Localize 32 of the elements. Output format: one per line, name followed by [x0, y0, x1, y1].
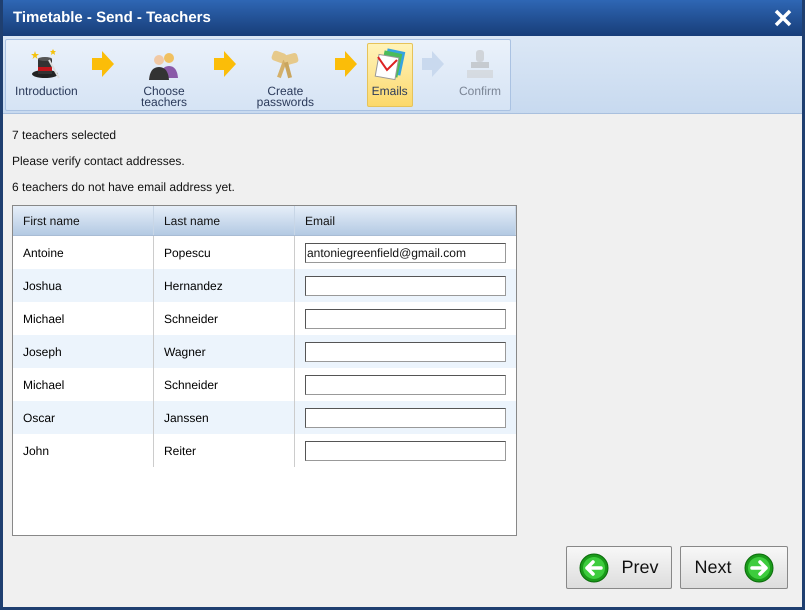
- close-button[interactable]: [774, 9, 792, 27]
- info-text: 7 teachers selected: [12, 127, 118, 144]
- window-title: Timetable - Send - Teachers: [13, 8, 211, 28]
- email-field[interactable]: [305, 374, 506, 394]
- table-row[interactable]: Oscar Janssen: [13, 401, 516, 434]
- wizard-step[interactable]: Introduction: [10, 42, 83, 106]
- arrow-icon: [335, 50, 357, 76]
- email-field[interactable]: [305, 408, 506, 428]
- arrow-icon: [422, 50, 444, 76]
- envelopes-icon: [372, 48, 407, 82]
- wizard-step[interactable]: Emails: [366, 42, 413, 106]
- arrow-icon: [92, 50, 114, 76]
- info-text: Please verify contact addresses.: [12, 153, 186, 170]
- email-field[interactable]: [305, 308, 506, 328]
- prev-button[interactable]: Prev: [566, 546, 672, 589]
- column-header[interactable]: First name: [13, 206, 154, 235]
- column-header[interactable]: Last name: [154, 206, 295, 235]
- email-field[interactable]: [305, 342, 506, 362]
- info-text: 6 teachers do not have email address yet.: [12, 179, 236, 196]
- arrow-icon: [214, 50, 236, 76]
- email-field[interactable]: [305, 440, 506, 460]
- wizard-step[interactable]: Choose teachers: [124, 42, 204, 106]
- email-field[interactable]: antoniegreenfield@gmail.com: [305, 242, 506, 262]
- table-row[interactable]: Joseph Wagner: [13, 335, 516, 368]
- next-button[interactable]: Next: [680, 546, 788, 589]
- email-field[interactable]: [305, 276, 506, 296]
- wizard-step[interactable]: Create passwords: [245, 42, 326, 106]
- table-cell: Reiter: [154, 434, 295, 467]
- close-icon: [774, 9, 792, 27]
- table-row[interactable]: Joshua Hernandez: [13, 269, 516, 302]
- column-header[interactable]: Email: [295, 206, 516, 235]
- table-cell: John: [13, 434, 154, 467]
